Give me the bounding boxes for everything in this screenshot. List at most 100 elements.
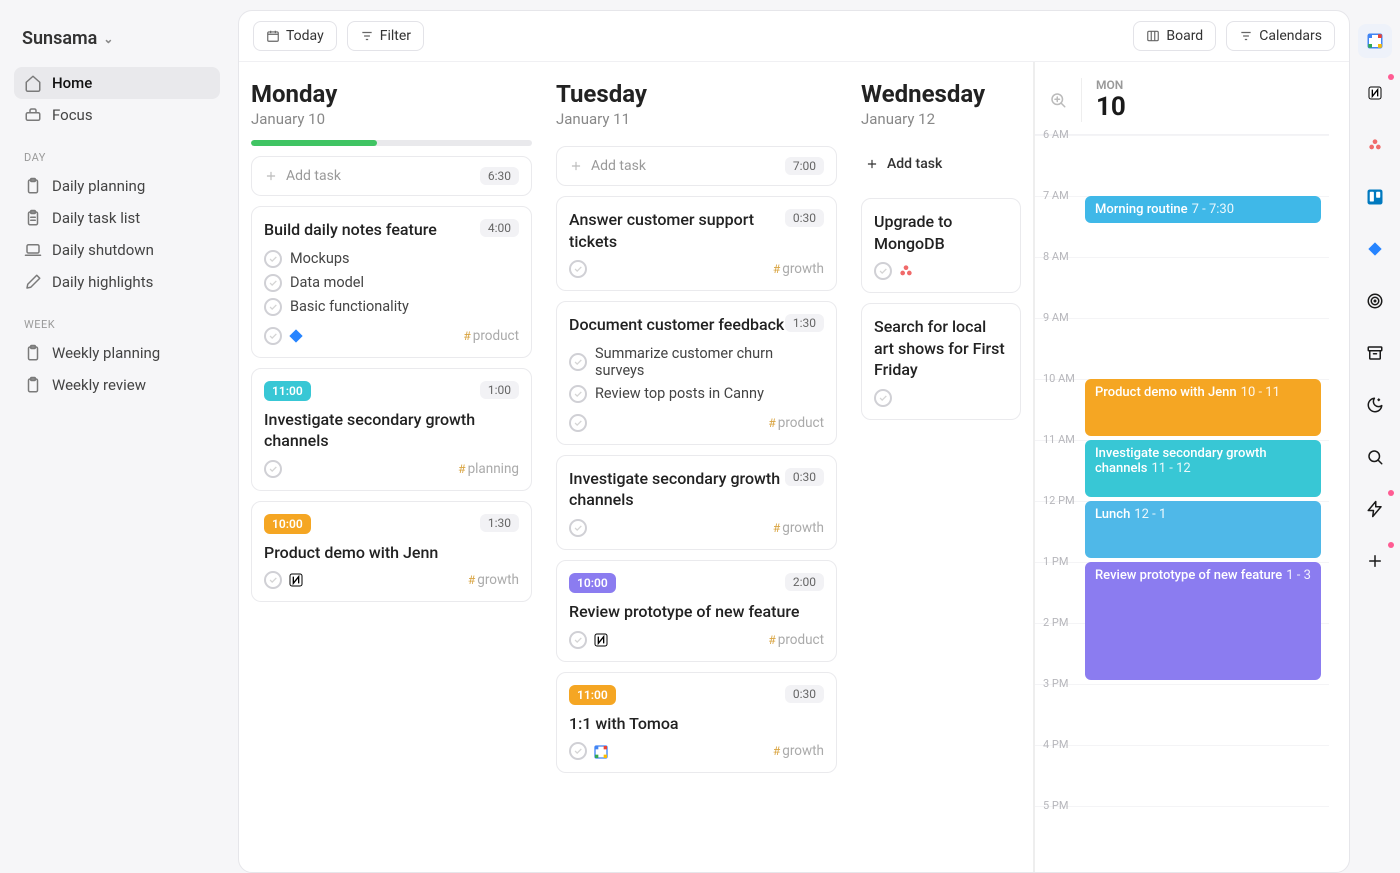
nav-item[interactable]: Daily highlights [14,266,220,298]
rail-asana[interactable] [1358,128,1392,162]
day-title: Wednesday [861,80,1021,108]
hour-label: 4 PM [1043,738,1068,751]
workspace-selector[interactable]: Sunsama ⌄ [14,24,220,67]
complete-toggle[interactable] [264,327,282,345]
rail-target[interactable] [1358,284,1392,318]
check-circle-icon[interactable] [264,250,282,268]
board-button[interactable]: Board [1133,21,1216,51]
check-circle-icon[interactable] [264,298,282,316]
task-card[interactable]: Document customer feedback1:30 Summarize … [556,301,837,445]
add-task-button[interactable]: Add task 6:30 [251,156,532,196]
complete-toggle[interactable] [874,262,892,280]
task-title: Document customer feedback [569,314,784,336]
day-total-duration: 7:00 [785,157,824,175]
hour-label: 10 AM [1043,372,1075,385]
notification-dot [1388,542,1394,548]
calendars-button[interactable]: Calendars [1226,21,1335,51]
rail-zap[interactable] [1358,492,1392,526]
complete-toggle[interactable] [264,571,282,589]
duration-pill: 1:30 [785,314,824,332]
notification-dot [1388,490,1394,496]
complete-toggle[interactable] [569,631,587,649]
nav-label: Daily shutdown [52,241,154,259]
channel-tag[interactable]: product [768,415,824,431]
channel-tag[interactable]: planning [458,461,519,477]
task-card[interactable]: 11:000:30 1:1 with Tomoa growth [556,672,837,774]
task-card[interactable]: 10:001:30 Product demo with Jenn growth [251,501,532,603]
rail-search[interactable] [1358,440,1392,474]
task-card[interactable]: Upgrade to MongoDB [861,198,1021,293]
nav-item[interactable]: Daily task list [14,202,220,234]
focus-icon [24,106,42,124]
calendar-event[interactable]: Investigate secondary growth channels11 … [1085,440,1321,497]
complete-toggle[interactable] [569,742,587,760]
subtask-item[interactable]: Summarize customer churn surveys [569,342,824,382]
rail-gcal[interactable] [1358,24,1392,58]
rail-plus[interactable] [1358,544,1392,578]
nav-item[interactable]: Weekly planning [14,337,220,369]
rail-moon[interactable] [1358,388,1392,422]
complete-toggle[interactable] [569,414,587,432]
nav-sections: DAYDaily planningDaily task listDaily sh… [14,131,220,401]
nav-focus[interactable]: Focus [14,99,220,131]
progress-bar [251,140,532,146]
clipboard-icon [24,376,42,394]
subtask-label: Basic functionality [290,298,409,315]
nav-home[interactable]: Home [14,67,220,99]
channel-tag[interactable]: product [463,328,519,344]
rail-notion[interactable] [1358,76,1392,110]
today-button[interactable]: Today [253,21,337,51]
calendar-event[interactable]: Morning routine7 - 7:30 [1085,196,1321,223]
task-card[interactable]: Build daily notes feature4:00MockupsData… [251,206,532,358]
day-date: January 12 [861,110,1021,128]
subtask-item[interactable]: Basic functionality [264,295,519,319]
nav-item[interactable]: Daily shutdown [14,234,220,266]
task-card[interactable]: Answer customer support tickets0:30 grow… [556,196,837,291]
subtask-item[interactable]: Mockups [264,247,519,271]
subtask-item[interactable]: Data model [264,271,519,295]
task-card[interactable]: 10:002:00 Review prototype of new featur… [556,560,837,662]
rail-trello[interactable] [1358,180,1392,214]
nav-label: Daily task list [52,209,140,227]
duration-pill: 4:00 [480,219,519,237]
search-icon [1366,448,1384,466]
zoom-icon[interactable] [1049,91,1067,109]
filter-button[interactable]: Filter [347,21,424,51]
hour-row: 5 PM [1035,806,1329,867]
calendar-event[interactable]: Product demo with Jenn10 - 11 [1085,379,1321,436]
subtask-item[interactable]: Review top posts in Canny [569,382,824,406]
channel-tag[interactable]: growth [773,743,824,759]
channel-tag[interactable]: product [768,632,824,648]
calendar-event[interactable]: Review prototype of new feature1 - 3 [1085,562,1321,680]
nav-item[interactable]: Daily planning [14,170,220,202]
day-date: January 11 [556,110,837,128]
task-card[interactable]: Investigate secondary growth channels0:3… [556,455,837,550]
day-column: Tuesday January 11 Add task 7:00 Answer … [544,62,849,872]
complete-toggle[interactable] [874,389,892,407]
add-task-button[interactable]: Add task [861,146,1021,182]
channel-tag[interactable]: growth [773,520,824,536]
task-card[interactable]: Search for local art shows for First Fri… [861,303,1021,420]
complete-toggle[interactable] [569,260,587,278]
nav-item[interactable]: Weekly review [14,369,220,401]
calendar-grid[interactable]: 6 AM7 AM8 AM9 AM10 AM11 AM12 PM1 PM2 PM3… [1035,135,1329,872]
check-circle-icon[interactable] [569,385,587,403]
duration-pill: 1:00 [480,381,519,399]
complete-toggle[interactable] [569,519,587,537]
calendar-event[interactable]: Lunch12 - 1 [1085,501,1321,558]
task-card[interactable]: 11:001:00 Investigate secondary growth c… [251,368,532,491]
rail-jira[interactable] [1358,232,1392,266]
plus-icon [1366,552,1384,570]
channel-tag[interactable]: growth [773,261,824,277]
rail-archive[interactable] [1358,336,1392,370]
add-task-button[interactable]: Add task 7:00 [556,146,837,186]
board-columns: Monday January 10 Add task 6:30 Build da… [239,62,1349,872]
plus-icon [264,169,278,183]
task-title: Investigate secondary growth channels [264,409,519,452]
hour-label: 5 PM [1043,799,1068,812]
check-circle-icon[interactable] [264,274,282,292]
channel-tag[interactable]: growth [468,572,519,588]
jira-icon [288,328,304,344]
check-circle-icon[interactable] [569,353,587,371]
complete-toggle[interactable] [264,460,282,478]
